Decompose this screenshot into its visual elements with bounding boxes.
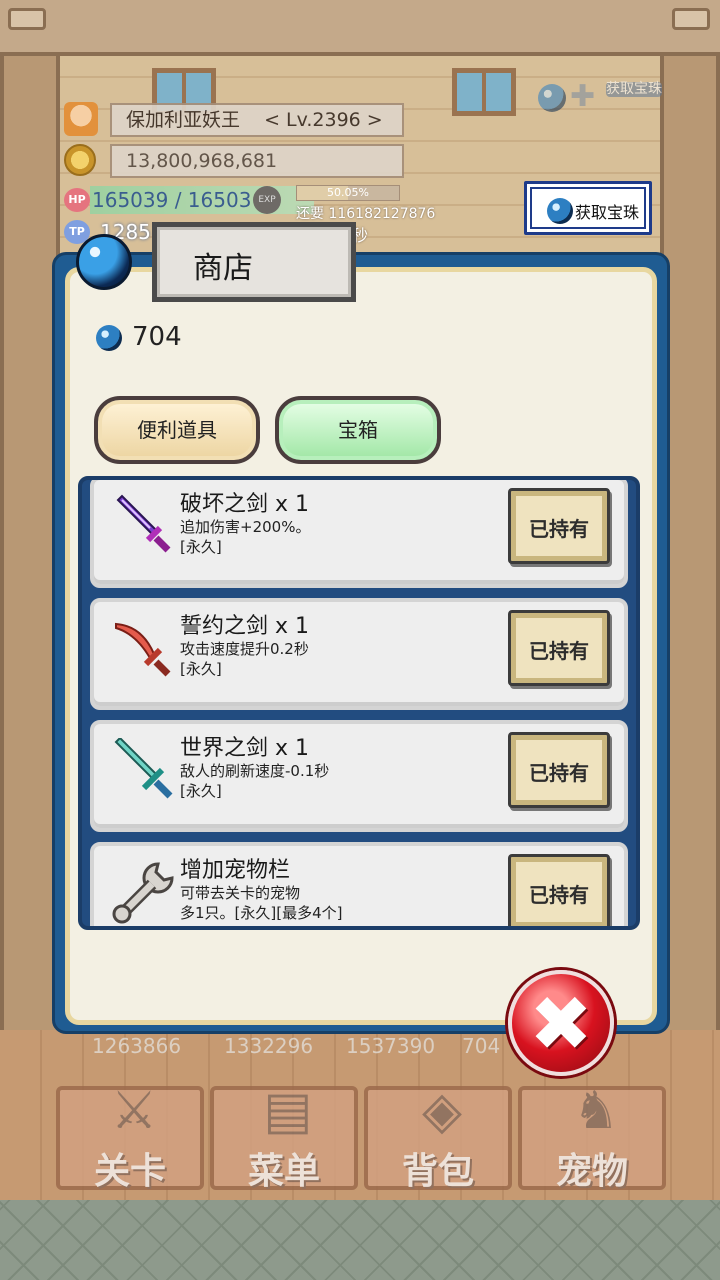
item-name: 誓约之剑 x 1 xyxy=(180,614,310,639)
ground-tiles xyxy=(0,1200,720,1280)
player-name: 保加利亚妖王 xyxy=(126,109,241,131)
window-right xyxy=(452,68,516,116)
nav-bag-button[interactable]: ◈ 背包 xyxy=(364,1081,512,1192)
gold-amount: 13,800,968,681 xyxy=(126,150,278,172)
shop-item-list[interactable]: 破坏之剑 x 1 追加伤害+200%。 [永久] 已持有 誓约之剑 x 1 攻击… xyxy=(78,476,640,930)
gem-icon xyxy=(547,198,573,224)
owned-label: 已持有 xyxy=(529,761,589,785)
gold-bar: 13,800,968,681 xyxy=(110,144,404,178)
gem-icon xyxy=(538,84,566,112)
purple-sword-icon xyxy=(116,494,171,553)
item-name: 破坏之剑 x 1 xyxy=(180,492,310,517)
resource-1: 1263866 xyxy=(92,1034,182,1058)
shop-title: 商店 xyxy=(193,251,253,286)
list-item: 誓约之剑 x 1 攻击速度提升0.2秒 [永久] 已持有 xyxy=(90,598,628,710)
player-avatar xyxy=(64,102,98,136)
tab-convenience-items[interactable]: 便利道具 xyxy=(94,396,260,464)
top-beam xyxy=(0,0,720,56)
pillar-left xyxy=(0,56,60,1036)
owned-button[interactable]: 已持有 xyxy=(508,854,610,926)
dragon-icon: ♞ xyxy=(572,1081,620,1141)
item-name: 增加宠物栏 xyxy=(180,858,291,883)
tab-treasure-chest[interactable]: 宝箱 xyxy=(275,396,441,464)
backpack-icon: ◈ xyxy=(422,1081,462,1141)
nav-bag-label: 背包 xyxy=(401,1151,474,1192)
item-desc: 敌人的刷新速度-0.1秒 xyxy=(180,762,330,780)
teal-sword-icon xyxy=(114,738,173,799)
list-item: 世界之剑 x 1 敌人的刷新速度-0.1秒 [永久] 已持有 xyxy=(90,720,628,832)
gem-shop-button[interactable]: ✚ 获取宝珠 xyxy=(528,80,666,116)
close-button[interactable]: ✖ xyxy=(508,970,614,1076)
item-desc: 追加伤害+200%。 xyxy=(180,518,311,536)
item-tag: [永久] xyxy=(180,782,222,800)
nav-menu-label: 菜单 xyxy=(247,1151,320,1192)
list-item: 增加宠物栏 可带去关卡的宠物 多1只。[永久][最多4个] 已持有 xyxy=(90,842,628,926)
owned-label: 已持有 xyxy=(529,883,589,907)
item-name: 世界之剑 x 1 xyxy=(180,736,310,761)
red-saber-icon xyxy=(115,622,171,677)
owned-button[interactable]: 已持有 xyxy=(508,610,610,686)
item-desc: 可带去关卡的宠物 xyxy=(180,884,301,902)
get-gem-label: 获取宝珠 xyxy=(575,203,640,222)
nav-stage-label: 关卡 xyxy=(93,1151,166,1192)
book-icon: ▤ xyxy=(263,1081,313,1141)
exp-bar: 50.05% xyxy=(296,185,400,201)
wrench-icon xyxy=(112,862,174,924)
nav-menu-button[interactable]: ▤ 菜单 xyxy=(210,1081,358,1192)
close-icon: ✖ xyxy=(529,979,593,1068)
exp-icon: EXP xyxy=(253,186,281,214)
nav-stage-button[interactable]: ⚔ 关卡 xyxy=(56,1081,204,1192)
beam-corner-left xyxy=(8,8,46,30)
resource-2: 1332296 xyxy=(224,1034,314,1058)
resource-4: 704 xyxy=(462,1034,501,1058)
hp-heart-icon: HP xyxy=(64,188,90,212)
owned-label: 已持有 xyxy=(529,639,589,663)
player-level: < Lv.2396 > xyxy=(264,109,383,131)
crossed-swords-icon: ⚔ xyxy=(110,1081,158,1141)
player-name-bar: 保加利亚妖王 < Lv.2396 > xyxy=(110,103,404,137)
shop-title-plate: 商店 xyxy=(152,222,356,302)
gem-icon xyxy=(76,234,132,290)
list-item: 破坏之剑 x 1 追加伤害+200%。 [永久] 已持有 xyxy=(90,480,628,588)
gem-shop-label: 获取宝珠 xyxy=(606,81,662,97)
gold-coin-icon xyxy=(64,144,96,176)
owned-label: 已持有 xyxy=(529,517,589,541)
gem-count: 704 xyxy=(132,322,182,352)
owned-button[interactable]: 已持有 xyxy=(508,488,610,564)
item-tag: [永久] xyxy=(180,538,222,556)
nav-pet-label: 宠物 xyxy=(555,1151,628,1192)
nav-pet-button[interactable]: ♞ 宠物 xyxy=(518,1081,666,1192)
exp-remaining: 还要 116182127876 xyxy=(296,206,436,222)
gem-icon xyxy=(96,325,122,351)
item-list-scroll: 破坏之剑 x 1 追加伤害+200%。 [永久] 已持有 誓约之剑 x 1 攻击… xyxy=(90,480,628,926)
beam-corner-right xyxy=(672,8,710,30)
item-desc: 攻击速度提升0.2秒 xyxy=(180,640,309,658)
exp-percent: 50.05% xyxy=(327,186,369,199)
item-tag: 多1只。[永久][最多4个] xyxy=(180,904,343,922)
owned-button[interactable]: 已持有 xyxy=(508,732,610,808)
item-tag: [永久] xyxy=(180,660,222,678)
plus-icon: ✚ xyxy=(570,79,596,114)
get-gem-button[interactable]: 获取宝珠 xyxy=(524,181,652,235)
resource-3: 1537390 xyxy=(346,1034,436,1058)
